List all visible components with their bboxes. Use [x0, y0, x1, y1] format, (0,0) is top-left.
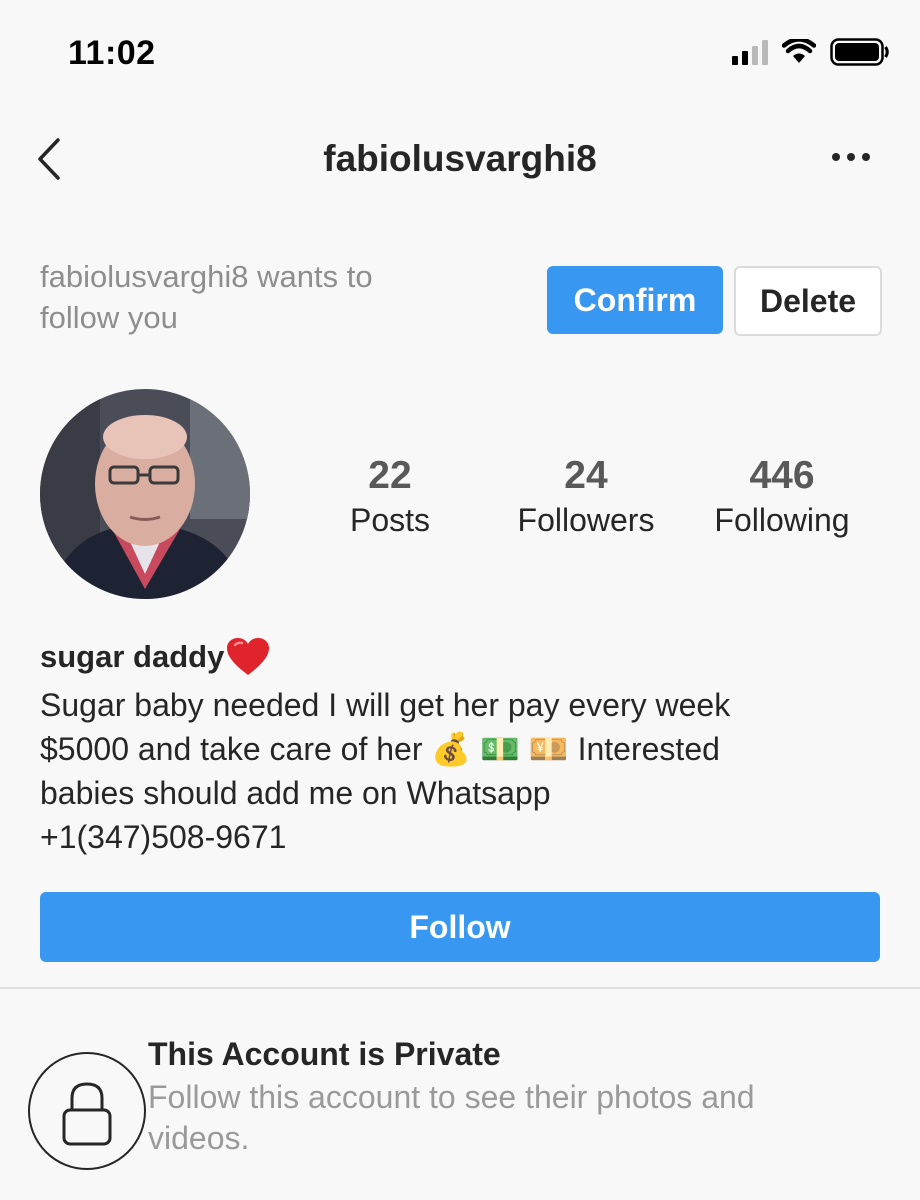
status-icons	[732, 38, 890, 66]
posts-label: Posts	[349, 502, 431, 538]
avatar[interactable]	[40, 389, 250, 599]
followers-label: Followers	[517, 502, 655, 538]
wifi-icon	[782, 39, 816, 63]
more-dots-icon	[832, 153, 840, 161]
more-options-button[interactable]	[832, 150, 870, 164]
lock-icon	[28, 1052, 146, 1170]
bio-name-text: sugar daddy	[40, 639, 225, 674]
follow-button[interactable]: Follow	[40, 892, 880, 962]
posts-count: 22	[368, 454, 412, 497]
avatar-photo	[40, 389, 250, 599]
private-account-title: This Account is Private	[148, 1036, 501, 1072]
private-account-subtitle: Follow this account to see their photos …	[148, 1079, 755, 1156]
page-title: fabiolusvarghi8	[323, 138, 597, 179]
battery-icon	[830, 38, 889, 66]
following-count: 446	[749, 454, 815, 497]
heart-icon	[227, 638, 270, 675]
status-time: 11:02	[68, 34, 156, 72]
followers-stat: 24 Followers	[506, 454, 666, 540]
bio-text: Sugar baby needed I will get her pay eve…	[40, 687, 731, 855]
cellular-signal-icon	[732, 39, 768, 65]
divider	[0, 987, 920, 989]
delete-button[interactable]: Delete	[734, 266, 882, 336]
followers-count: 24	[564, 454, 608, 497]
confirm-button[interactable]: Confirm	[547, 266, 723, 334]
following-label: Following	[714, 502, 850, 538]
posts-stat: 22 Posts	[310, 454, 470, 540]
following-stat: 446 Following	[702, 454, 862, 540]
bio-name: sugar daddy	[40, 637, 270, 677]
follow-request-text: fabiolusvarghi8 wants to follow you	[40, 259, 373, 335]
